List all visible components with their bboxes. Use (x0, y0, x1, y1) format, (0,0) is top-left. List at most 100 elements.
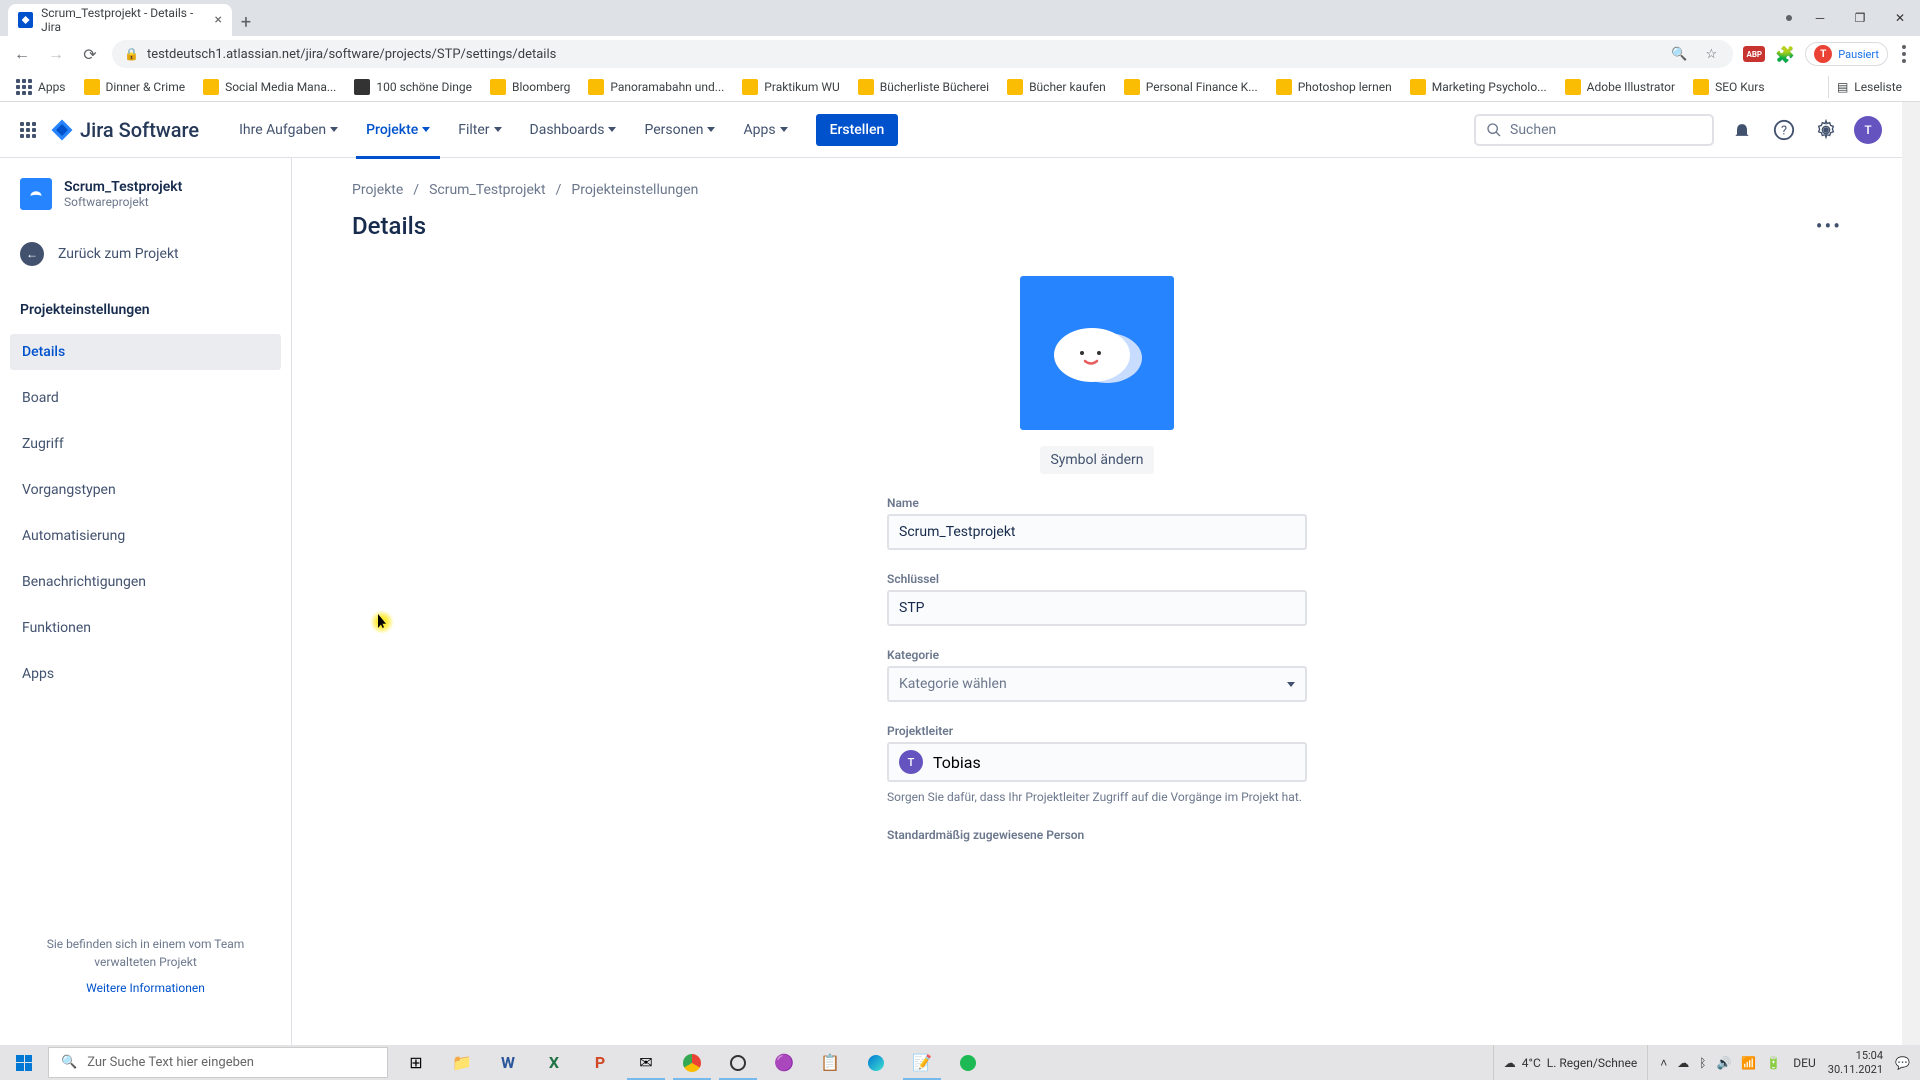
breadcrumb-projects[interactable]: Projekte (352, 182, 403, 198)
sidebar-item-features[interactable]: Funktionen (10, 610, 281, 646)
notification-center-icon[interactable]: 💬 (1895, 1056, 1910, 1070)
wifi-icon[interactable]: 📶 (1741, 1056, 1756, 1070)
chevron-down-icon (707, 127, 715, 132)
nav-people[interactable]: Personen (634, 116, 725, 144)
apps-shortcut[interactable]: Apps (10, 75, 72, 99)
obs-icon[interactable] (716, 1045, 760, 1080)
app-switcher-icon[interactable] (20, 122, 36, 138)
back-to-project-link[interactable]: ← Zurück zum Projekt (10, 234, 281, 274)
adblock-icon[interactable]: ABP (1743, 46, 1765, 62)
breadcrumb-settings[interactable]: Projekteinstellungen (571, 182, 698, 198)
sidebar-item-apps[interactable]: Apps (10, 656, 281, 692)
zoom-icon[interactable]: 🔍 (1669, 44, 1689, 64)
task-view-icon[interactable]: ⊞ (394, 1045, 438, 1080)
excel-icon[interactable]: X (532, 1045, 576, 1080)
breadcrumb-separator: / (556, 182, 562, 198)
bookmark-item[interactable]: Photoshop lernen (1270, 75, 1398, 99)
more-actions-button[interactable]: ••• (1816, 214, 1842, 238)
minimize-button[interactable]: ─ (1808, 6, 1832, 30)
edge-icon[interactable] (854, 1045, 898, 1080)
project-header[interactable]: Scrum_Testprojekt Softwareprojekt (10, 178, 281, 210)
chrome-icon[interactable] (670, 1045, 714, 1080)
spotify-icon[interactable] (946, 1045, 990, 1080)
sidebar-item-notifications[interactable]: Benachrichtigungen (10, 564, 281, 600)
bookmark-star-icon[interactable]: ☆ (1701, 44, 1721, 64)
extensions-icon[interactable]: 🧩 (1775, 44, 1795, 64)
tray-chevron-icon[interactable]: ˄ (1660, 1056, 1667, 1070)
sidebar-item-board[interactable]: Board (10, 380, 281, 416)
bookmark-item[interactable]: Marketing Psycholo... (1404, 75, 1553, 99)
bookmark-item[interactable]: 100 schöne Dinge (348, 75, 478, 99)
sidebar-item-issue-types[interactable]: Vorgangstypen (10, 472, 281, 508)
user-avatar[interactable]: T (1854, 116, 1882, 144)
bookmark-item[interactable]: Bücher kaufen (1001, 75, 1112, 99)
bookmark-item[interactable]: SEO Kurs (1687, 75, 1770, 99)
notifications-icon[interactable] (1728, 116, 1756, 144)
jira-logo[interactable]: Jira Software (50, 118, 199, 142)
word-icon[interactable]: W (486, 1045, 530, 1080)
sidebar-item-access[interactable]: Zugriff (10, 426, 281, 462)
tab-close-icon[interactable]: × (215, 12, 222, 28)
address-bar[interactable]: 🔒 testdeutsch1.atlassian.net/jira/softwa… (112, 40, 1733, 68)
chrome-menu-button[interactable] (1898, 41, 1910, 67)
page-scrollbar[interactable] (1902, 102, 1920, 1045)
nav-projects[interactable]: Projekte (356, 116, 440, 144)
mail-icon[interactable]: ✉ (624, 1045, 668, 1080)
reading-list-button[interactable]: ▤ Leseliste (1828, 76, 1910, 98)
nav-your-work[interactable]: Ihre Aufgaben (229, 116, 348, 144)
nav-apps[interactable]: Apps (733, 116, 797, 144)
close-window-button[interactable]: ✕ (1888, 6, 1912, 30)
bookmark-item[interactable]: Bloomberg (484, 75, 576, 99)
category-select[interactable]: Kategorie wählen (887, 666, 1307, 702)
onedrive-icon[interactable]: ☁ (1677, 1056, 1689, 1070)
forward-button[interactable]: → (44, 42, 68, 66)
bookmark-item[interactable]: Adobe Illustrator (1559, 75, 1681, 99)
name-field[interactable] (887, 514, 1307, 550)
jira-app: Jira Software Ihre Aufgaben Projekte Fil… (0, 102, 1902, 1045)
file-explorer-icon[interactable]: 📁 (440, 1045, 484, 1080)
lead-field-label: Projektleiter (887, 724, 1307, 738)
taskbar-search[interactable]: 🔍 Zur Suche Text hier eingeben (48, 1047, 388, 1078)
taskbar-clock[interactable]: 15:04 30.11.2021 (1828, 1049, 1883, 1075)
profile-status-pill[interactable]: T Pausiert (1805, 42, 1888, 66)
back-button[interactable]: ← (10, 42, 34, 66)
browser-tab[interactable]: Scrum_Testprojekt - Details - Jira × (8, 4, 232, 36)
volume-icon[interactable]: 🔊 (1716, 1056, 1731, 1070)
key-field[interactable] (887, 590, 1307, 626)
start-button[interactable] (0, 1045, 48, 1080)
create-button[interactable]: Erstellen (816, 114, 899, 146)
new-tab-button[interactable]: + (232, 8, 260, 36)
sidebar-more-info-link[interactable]: Weitere Informationen (20, 981, 271, 995)
weather-widget[interactable]: ☁ 4°C L. Regen/Schnee (1493, 1045, 1648, 1080)
bookmark-item[interactable]: Personal Finance K... (1118, 75, 1264, 99)
nav-dashboards[interactable]: Dashboards (520, 116, 627, 144)
battery-icon[interactable]: 🔋 (1766, 1056, 1781, 1070)
powerpoint-icon[interactable]: P (578, 1045, 622, 1080)
app-icon[interactable]: 🟣 (762, 1045, 806, 1080)
notepad-icon[interactable]: 📝 (900, 1045, 944, 1080)
chevron-down-icon (1287, 682, 1295, 687)
settings-icon[interactable] (1812, 116, 1840, 144)
bluetooth-icon[interactable]: ᛒ (1699, 1056, 1706, 1070)
content-area: Projekte / Scrum_Testprojekt / Projektei… (292, 158, 1902, 1045)
language-indicator[interactable]: DEU (1793, 1056, 1815, 1070)
bookmark-item[interactable]: Panoramabahn und... (582, 75, 730, 99)
app-icon[interactable]: 📋 (808, 1045, 852, 1080)
help-icon[interactable]: ? (1770, 116, 1798, 144)
bookmark-item[interactable]: Bücherliste Bücherei (852, 75, 995, 99)
bookmark-item[interactable]: Social Media Mana... (197, 75, 342, 99)
project-lead-field[interactable]: T Tobias (887, 742, 1307, 782)
lead-name: Tobias (933, 753, 981, 772)
search-input[interactable]: Suchen (1474, 114, 1714, 146)
bookmark-item[interactable]: Praktikum WU (736, 75, 845, 99)
nav-filters[interactable]: Filter (448, 116, 511, 144)
breadcrumb-project-name[interactable]: Scrum_Testprojekt (429, 182, 546, 198)
chrome-account-dot[interactable] (1786, 15, 1792, 21)
maximize-button[interactable]: ❐ (1848, 6, 1872, 30)
sidebar-item-automation[interactable]: Automatisierung (10, 518, 281, 554)
sidebar-item-details[interactable]: Details (10, 334, 281, 370)
bookmark-item[interactable]: Dinner & Crime (78, 75, 192, 99)
reload-button[interactable]: ⟳ (78, 42, 102, 66)
profile-avatar-icon: T (1814, 45, 1832, 63)
change-avatar-button[interactable]: Symbol ändern (1040, 446, 1153, 474)
